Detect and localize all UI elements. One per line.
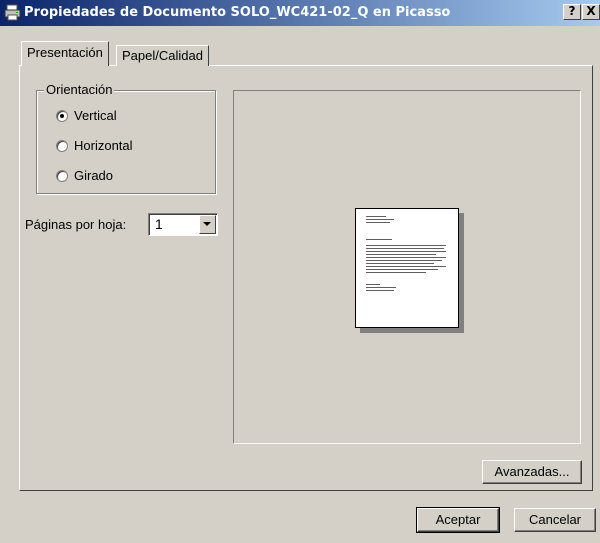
pages-per-sheet-label: Páginas por hoja: — [25, 217, 127, 232]
title-bar[interactable]: Propiedades de Documento SOLO_WC421-02_Q… — [0, 0, 600, 26]
page-preview-icon — [355, 208, 459, 328]
select-value: 1 — [155, 216, 163, 232]
radio-button[interactable] — [56, 170, 68, 182]
orientation-legend: Orientación — [44, 82, 115, 98]
tab-papel-calidad[interactable]: Papel/Calidad — [116, 45, 209, 66]
radio-button[interactable] — [56, 140, 68, 152]
tab-label: Papel/Calidad — [122, 48, 203, 63]
tab-label: Presentación — [27, 45, 103, 60]
radio-label: Vertical — [74, 108, 117, 123]
chevron-down-icon[interactable] — [199, 215, 216, 234]
radio-button[interactable] — [56, 110, 68, 122]
radio-label: Horizontal — [74, 138, 133, 153]
help-button[interactable]: ? — [563, 4, 581, 20]
ok-button[interactable]: Aceptar — [416, 507, 500, 533]
close-button[interactable]: X — [582, 4, 600, 20]
radio-label: Girado — [74, 168, 114, 183]
tab-presentacion[interactable]: Presentación — [21, 41, 109, 66]
pages-per-sheet-select[interactable]: 1 — [148, 213, 218, 236]
advanced-button[interactable]: Avanzadas... — [482, 460, 582, 484]
window-title: Propiedades de Documento SOLO_WC421-02_Q… — [24, 5, 451, 20]
printer-icon — [4, 4, 21, 21]
cancel-button[interactable]: Cancelar — [514, 508, 596, 532]
